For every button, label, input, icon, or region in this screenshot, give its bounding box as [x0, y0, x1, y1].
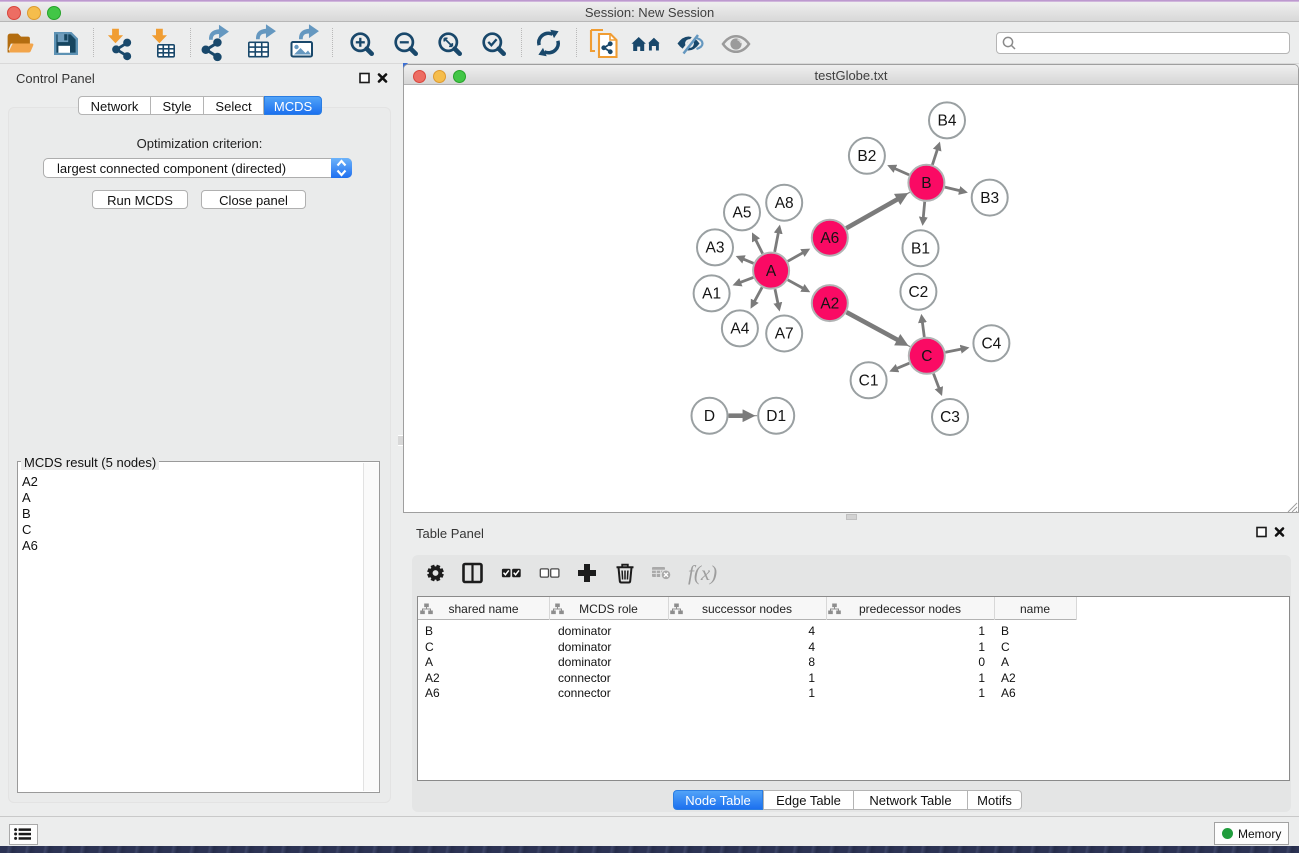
svg-text:A1: A1 [702, 286, 721, 303]
svg-text:C: C [921, 348, 932, 365]
svg-text:C3: C3 [940, 409, 960, 426]
svg-text:B3: B3 [980, 190, 999, 207]
svg-text:A2: A2 [820, 295, 839, 312]
svg-text:f(x): f(x) [688, 561, 717, 585]
svg-text:A4: A4 [730, 321, 749, 338]
svg-text:A6: A6 [820, 230, 839, 247]
svg-text:C2: C2 [908, 284, 928, 301]
svg-text:A3: A3 [706, 240, 725, 257]
svg-text:D1: D1 [766, 408, 786, 425]
svg-text:A8: A8 [775, 195, 794, 212]
svg-text:B1: B1 [911, 240, 930, 257]
svg-text:B: B [921, 175, 931, 192]
svg-text:C4: C4 [981, 335, 1001, 352]
svg-text:D: D [704, 408, 715, 425]
svg-text:A: A [766, 263, 777, 280]
svg-text:B4: B4 [938, 113, 957, 130]
svg-text:C1: C1 [859, 373, 879, 390]
svg-text:A5: A5 [733, 205, 752, 222]
svg-text:B2: B2 [857, 148, 876, 165]
svg-text:A7: A7 [775, 326, 794, 343]
